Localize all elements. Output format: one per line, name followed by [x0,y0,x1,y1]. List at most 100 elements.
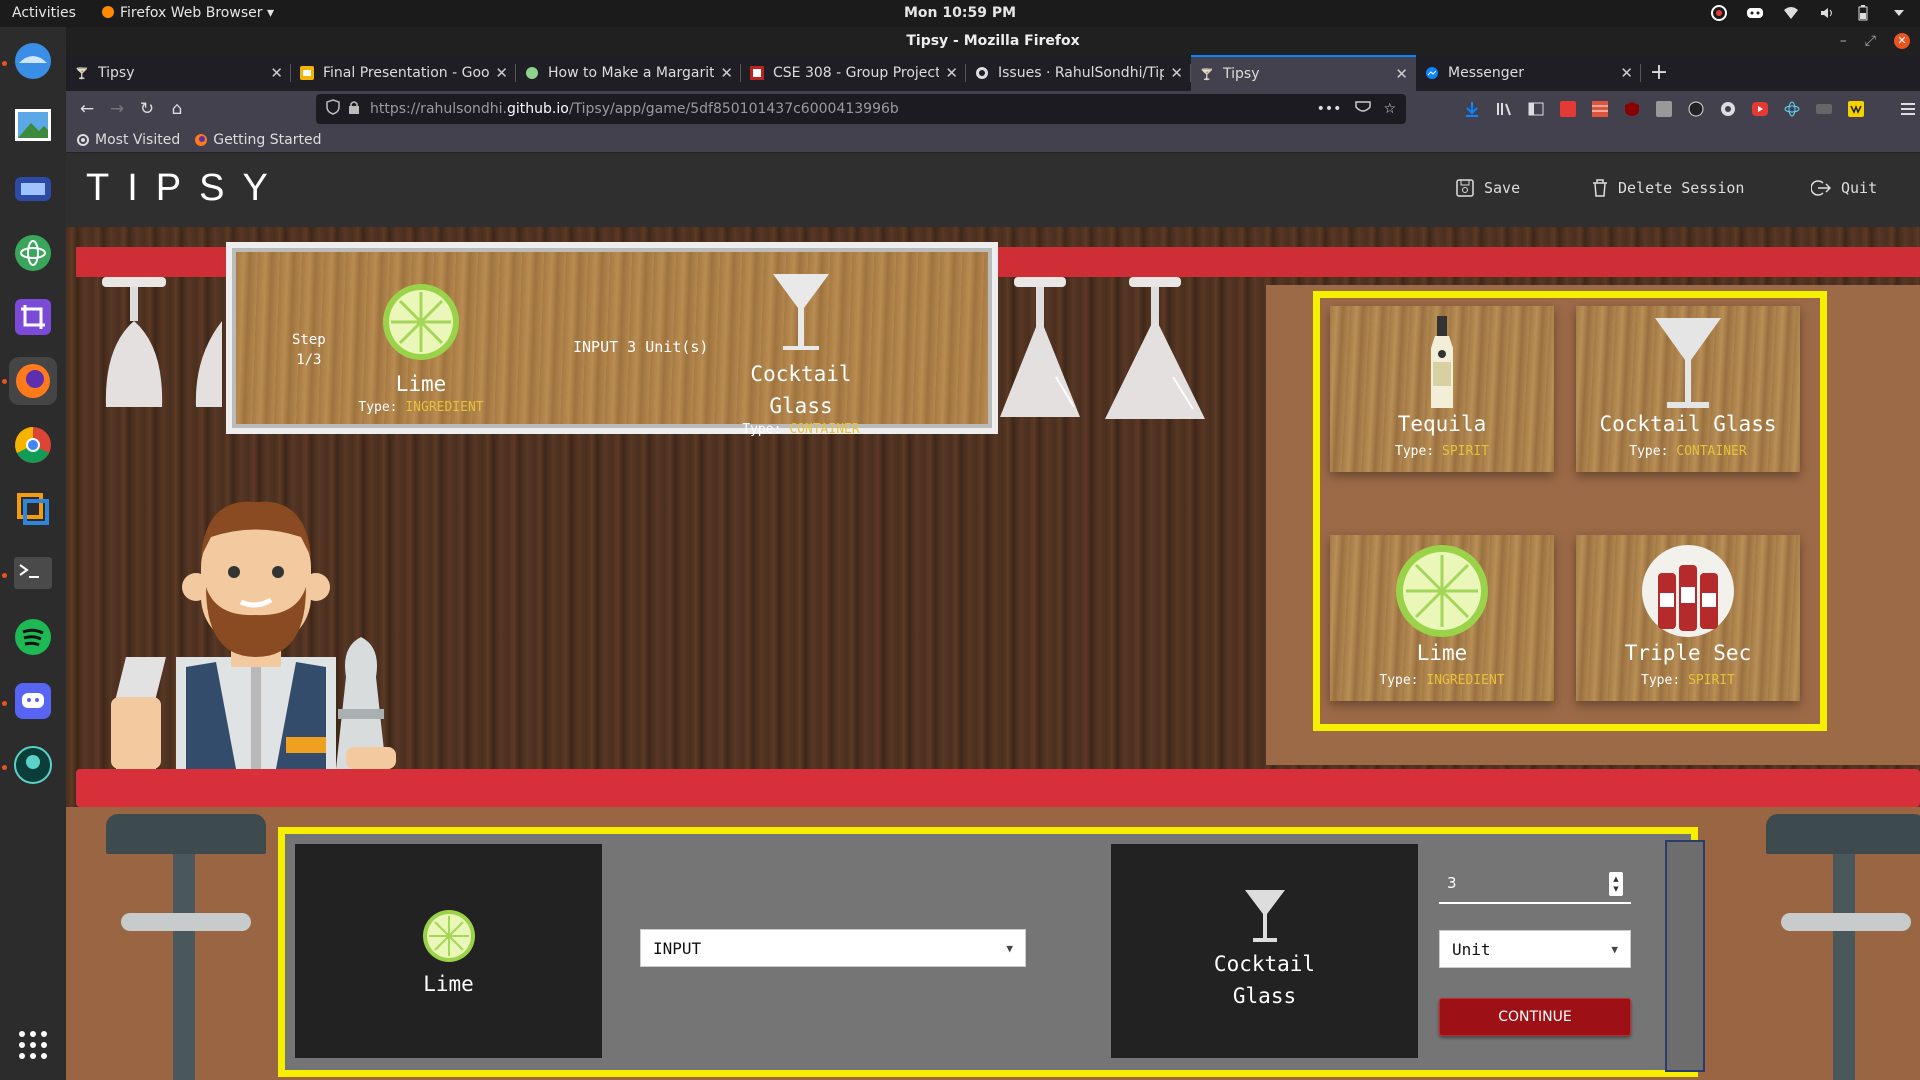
terminal-icon[interactable] [9,549,57,597]
tab-label: Messenger [1448,65,1525,81]
quantity-stepper[interactable]: ▲ ▼ [1609,872,1623,896]
mix-source-slot[interactable]: Lime [295,844,602,1058]
mix-target-name-line2: Glass [1232,984,1297,1008]
cocktail-glass-icon [1244,890,1285,942]
continue-button[interactable]: CONTINUE [1439,998,1631,1036]
wifi-icon[interactable] [1782,4,1800,22]
url-bar[interactable]: https://rahulsondhi.github.io/Tipsy/app/… [316,94,1406,124]
tab-margarita[interactable]: How to Make a Margarita ✕ [516,55,741,91]
virtualbox-icon[interactable] [9,485,57,533]
screenshot-crop-icon[interactable] [9,293,57,341]
back-button[interactable]: ← [72,94,102,124]
lock-icon[interactable] [348,100,360,118]
dock [0,27,66,1080]
home-button[interactable]: ⌂ [162,94,192,124]
delete-session-button[interactable]: Delete Session [1592,179,1744,197]
bookmark-label: Getting Started [213,131,322,148]
spotify-icon[interactable] [9,613,57,661]
react-devtools-icon[interactable] [1780,94,1804,124]
tab-close-icon[interactable]: ✕ [495,64,508,82]
system-menu-icon[interactable] [1890,4,1908,22]
tab-close-icon[interactable]: ✕ [270,64,283,82]
tab-close-icon[interactable]: ✕ [720,64,733,82]
tab-final-presentation[interactable]: Final Presentation - Goo ✕ [291,55,516,91]
download-icon[interactable] [1460,94,1484,124]
battery-icon[interactable] [1854,4,1872,22]
tequila-bottle-icon [1431,316,1453,408]
tab-close-icon[interactable]: ✕ [1170,64,1183,82]
bookmark-star-icon[interactable]: ☆ [1383,101,1396,117]
ghostery-icon[interactable] [1716,94,1740,124]
step-indicator: Step 1/3 [292,330,326,370]
tab-close-icon[interactable]: ✕ [1620,64,1633,82]
url-text[interactable]: https://rahulsondhi.github.io/Tipsy/app/… [370,101,1317,117]
discord-tray-icon[interactable] [1746,4,1764,22]
step-target-item: Cocktail Glass Type: CONTAINER [716,272,886,437]
hamburger-menu-icon[interactable] [1896,94,1920,124]
maximize-button[interactable]: ⤢ [1865,27,1876,55]
extension-dots-icon[interactable] [1812,94,1836,124]
save-button[interactable]: Save [1456,179,1520,197]
tab-messenger[interactable]: Messenger ✕ [1416,55,1641,91]
shield-icon[interactable] [326,99,340,119]
recipe-step-board: Step 1/3 Lime Type: INGREDIENT INPUT 3 Un… [226,242,998,437]
clock[interactable]: Mon 10:59 PM [904,5,1016,21]
tab-cse308[interactable]: CSE 308 - Group Project ✕ [741,55,966,91]
record-icon[interactable] [1710,4,1728,22]
quantity-input[interactable]: 3 ▲ ▼ [1439,864,1631,904]
page-actions-icon[interactable]: ••• [1317,101,1342,117]
thunderbird-icon[interactable] [9,37,57,85]
new-tab-button[interactable]: + [1641,55,1677,91]
mix-target-slot[interactable]: Cocktail Glass [1111,844,1418,1058]
step-progress: 1/3 [296,352,322,368]
atom-editor-icon[interactable] [9,229,57,277]
extension-dark-icon[interactable] [1684,94,1708,124]
inventory-card-triple-sec[interactable]: Triple Sec Type: SPIRIT [1576,535,1800,701]
gnome-boxes-icon[interactable] [9,165,57,213]
quantity-value: 3 [1447,874,1457,892]
extension-red-icon[interactable] [1556,94,1580,124]
ublock-icon[interactable] [1620,94,1644,124]
youtube-extension-icon[interactable] [1748,94,1772,124]
bookmark-getting-started[interactable]: Getting Started [194,132,321,148]
inventory-card-lime[interactable]: Lime Type: INGREDIENT [1330,535,1554,701]
hanging-wine-glass-icon [195,321,222,407]
tab-close-icon[interactable]: ✕ [945,64,958,82]
show-apps-icon[interactable] [9,1021,57,1069]
unit-select[interactable]: Unit ▼ [1439,930,1631,968]
inventory-type: SPIRIT [1442,444,1489,459]
library-icon[interactable] [1492,94,1516,124]
inventory-card-cocktail-glass[interactable]: Cocktail Glass Type: CONTAINER [1576,306,1800,472]
hanging-cocktail-glass-icon [1000,277,1080,417]
reload-button[interactable]: ↻ [132,94,162,124]
extension-gray-icon[interactable] [1652,94,1676,124]
extension-yellow-icon[interactable] [1844,94,1868,124]
app-menu[interactable]: Firefox Web Browser ▾ [102,5,274,21]
type-label: Type: [1641,673,1681,688]
minimize-button[interactable]: – [1840,27,1847,55]
step-source-name: Lime [395,372,447,396]
firefox-dock-icon[interactable] [9,357,57,405]
tab-tipsy-1[interactable]: 🍸 Tipsy ✕ [66,55,291,91]
inventory-card-tequila[interactable]: Tequila Type: SPIRIT [1330,306,1554,472]
gitkraken-icon[interactable] [9,741,57,789]
bookmark-most-visited[interactable]: Most Visited [76,132,180,148]
action-select[interactable]: INPUT ▼ [640,929,1026,967]
volume-icon[interactable] [1818,4,1836,22]
mixer-side-tab [1665,840,1705,1072]
image-viewer-icon[interactable] [9,101,57,149]
close-window-button[interactable]: ✕ [1894,33,1910,49]
step-target-name-line1: Cocktail [750,362,852,386]
discord-icon[interactable] [9,677,57,725]
chrome-icon[interactable] [9,421,57,469]
quit-button[interactable]: Quit [1811,179,1877,197]
forward-button[interactable]: → [102,94,132,124]
activities-button[interactable]: Activities [12,5,76,21]
extension-stripes-icon[interactable] [1588,94,1612,124]
tab-github-issues[interactable]: Issues · RahulSondhi/Tip ✕ [966,55,1191,91]
tab-close-icon[interactable]: ✕ [1395,65,1408,83]
sidebar-icon[interactable] [1524,94,1548,124]
tab-tipsy-active[interactable]: 🍸 Tipsy ✕ [1191,55,1416,91]
pocket-icon[interactable] [1355,100,1372,118]
tipsy-logo[interactable]: TIPSY [86,167,286,210]
